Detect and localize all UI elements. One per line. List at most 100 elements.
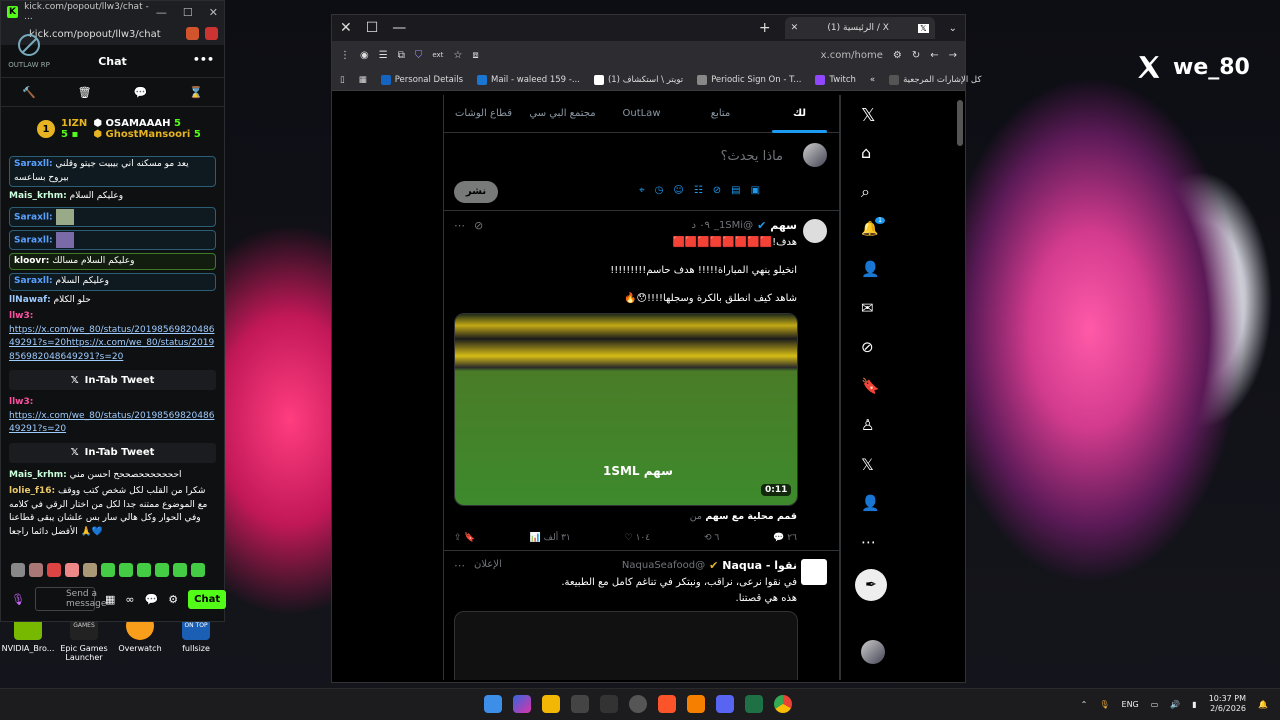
grok-icon[interactable]: ⊘ bbox=[713, 185, 721, 196]
profile-icon[interactable]: 👤 bbox=[861, 494, 881, 514]
naqua-logo-icon[interactable] bbox=[801, 559, 827, 585]
extensions-icon[interactable]: ⧉ bbox=[398, 50, 405, 61]
chat-username[interactable]: Mais_krhm: bbox=[9, 191, 67, 201]
clock[interactable]: 10:37 PM 2/6/2026 bbox=[1209, 694, 1246, 715]
chat-link[interactable]: https://x.com/we_80/status/2019856982048… bbox=[9, 411, 214, 435]
start-windows-icon[interactable] bbox=[484, 695, 502, 713]
brave-icon[interactable] bbox=[658, 695, 676, 713]
tab-following[interactable]: متابع bbox=[681, 95, 760, 133]
emote-icon[interactable] bbox=[83, 563, 97, 577]
tweet-author-name[interactable]: نقوا - Naqua bbox=[722, 559, 797, 572]
new-tab-icon[interactable]: + bbox=[759, 20, 771, 36]
tab-action-icon[interactable]: ⧈ bbox=[472, 50, 478, 61]
chat-username[interactable]: Saraxll: bbox=[14, 159, 53, 169]
store-icon[interactable] bbox=[571, 695, 589, 713]
tweet-handle[interactable]: @NaquaSeafood bbox=[622, 560, 705, 571]
excel-icon[interactable] bbox=[745, 695, 763, 713]
store-icon[interactable]: ▦ bbox=[105, 593, 115, 606]
tab-menu-chevron-icon[interactable]: ⌄ bbox=[949, 23, 957, 34]
bookmark-item[interactable]: Twitch bbox=[815, 74, 856, 85]
tab-pc-community[interactable]: مجتمع البي سي bbox=[523, 95, 602, 133]
retweet-button[interactable]: ⟲ ٦ bbox=[704, 533, 719, 543]
more-bookmarks-chevron-icon[interactable]: « bbox=[870, 75, 875, 85]
chat-username[interactable]: kloovr: bbox=[14, 256, 49, 266]
tab-close-icon[interactable]: ✕ bbox=[791, 23, 799, 33]
search-icon[interactable]: ⌕ bbox=[861, 182, 881, 202]
tweet-more-icon[interactable]: ⋯ bbox=[454, 559, 465, 572]
bookmarks-icon[interactable]: 🔖 bbox=[861, 377, 881, 397]
emote-icon[interactable] bbox=[191, 563, 205, 577]
tab-outlaw[interactable]: OutLaw bbox=[602, 95, 681, 133]
emote-icon[interactable] bbox=[47, 563, 61, 577]
emote-icon[interactable] bbox=[119, 563, 133, 577]
file-explorer-icon[interactable] bbox=[542, 695, 560, 713]
bookmark-item[interactable]: (1) تويتر \ استكشاف bbox=[593, 74, 683, 85]
emote-icon[interactable] bbox=[137, 563, 151, 577]
chat-username[interactable]: llw3: bbox=[9, 397, 33, 407]
browser-tab-x-home[interactable]: ✕ (1) الرئيسية / X 𝕏 bbox=[784, 17, 935, 39]
menu-dots-icon[interactable]: ⋮ bbox=[340, 50, 350, 61]
infinity-icon[interactable]: ∞ bbox=[125, 593, 134, 606]
tray-chevron-icon[interactable]: ⌃ bbox=[1081, 700, 1088, 709]
forward-arrow-icon[interactable]: → bbox=[949, 50, 957, 61]
maximize-icon[interactable]: ☐ bbox=[183, 6, 193, 19]
tab-whats-sector[interactable]: قطاع الوشات bbox=[444, 95, 523, 133]
gif-icon[interactable]: ▤ bbox=[731, 185, 740, 196]
messages-mail-icon[interactable]: ✉ bbox=[861, 299, 881, 319]
chat-link[interactable]: https://x.com/we_80/status/2019856982048… bbox=[9, 325, 214, 362]
apps-grid-icon[interactable]: ▦ bbox=[359, 75, 367, 85]
hourglass-icon[interactable]: ⌛ bbox=[189, 86, 203, 99]
calculator-icon[interactable] bbox=[600, 695, 618, 713]
more-circle-icon[interactable]: ⋯ bbox=[861, 533, 881, 553]
page-scrollbar[interactable] bbox=[957, 100, 963, 146]
ad-media[interactable] bbox=[454, 611, 798, 680]
chat-username[interactable]: Saraxll: bbox=[14, 212, 53, 222]
extension-icon[interactable] bbox=[205, 27, 218, 40]
notifications-bell-icon[interactable]: 🔔 1 bbox=[861, 217, 885, 241]
sidebar-toggle-icon[interactable]: ▯ bbox=[340, 75, 345, 85]
emote-icon[interactable] bbox=[11, 563, 25, 577]
chat-username[interactable]: Saraxll: bbox=[14, 235, 53, 245]
tweet-more-icon[interactable]: ⋯ bbox=[454, 219, 465, 232]
bookmark-item[interactable]: Personal Details bbox=[380, 74, 463, 85]
compose-input[interactable]: ماذا يحدث؟ bbox=[721, 149, 783, 164]
schedule-icon[interactable]: ◷ bbox=[655, 185, 664, 196]
compose-post-button[interactable]: ✒ bbox=[855, 569, 887, 601]
ext-icon[interactable]: ext bbox=[432, 51, 443, 59]
copilot-icon[interactable] bbox=[513, 695, 531, 713]
home-icon[interactable]: ⌂ bbox=[861, 143, 881, 163]
share-icon[interactable]: ⇪ bbox=[454, 533, 462, 543]
collections-icon[interactable]: ☰ bbox=[379, 50, 388, 61]
premium-x-icon[interactable]: 𝕏 bbox=[861, 455, 881, 475]
emote-icon[interactable] bbox=[65, 563, 79, 577]
hammer-icon[interactable]: 🔨 bbox=[22, 86, 36, 99]
trash-icon[interactable]: 🗑 bbox=[78, 86, 92, 99]
extension-icon[interactable] bbox=[186, 27, 199, 40]
mic-icon[interactable]: 🎙 bbox=[11, 593, 25, 606]
chat-send-button[interactable]: Chat bbox=[188, 589, 227, 609]
chat-username[interactable]: llw3: bbox=[9, 311, 33, 321]
tweet-ad[interactable]: نقوا - Naqua ✔ @NaquaSeafood ⋯ الإعلان ف… bbox=[444, 551, 839, 680]
chat-username[interactable]: lolie_f16: bbox=[9, 486, 55, 496]
chat-username[interactable]: Mais_krhm: bbox=[9, 470, 67, 480]
more-options-icon[interactable]: ••• bbox=[193, 53, 214, 66]
poll-icon[interactable]: ☷ bbox=[694, 185, 703, 196]
reply-button[interactable]: 💬 ٢٦ bbox=[773, 533, 797, 543]
chrome-icon[interactable] bbox=[774, 695, 792, 713]
tweet-source-caption[interactable]: قمم محلية مع سهم bbox=[705, 511, 797, 522]
emote-icon[interactable] bbox=[101, 563, 115, 577]
restore-window-icon[interactable]: ☐ bbox=[366, 20, 379, 36]
emote-icon[interactable] bbox=[173, 563, 187, 577]
settings-gear-icon[interactable]: ⚙ bbox=[168, 593, 178, 606]
in-tab-tweet-button[interactable]: 𝕏 In-Tab Tweet bbox=[9, 370, 216, 390]
discord-icon[interactable] bbox=[716, 695, 734, 713]
shield-icon[interactable]: ⛉ bbox=[415, 50, 423, 61]
bookmark-item[interactable]: Periodic Sign On - T... bbox=[697, 74, 801, 85]
site-settings-icon[interactable]: ⚙ bbox=[893, 50, 902, 61]
location-icon[interactable]: ⌖ bbox=[639, 185, 645, 196]
like-button[interactable]: ♡ ١٠٤ bbox=[625, 533, 650, 543]
language-indicator[interactable]: ENG bbox=[1122, 700, 1139, 709]
jobs-icon[interactable]: ♙ bbox=[861, 416, 881, 436]
avatar[interactable] bbox=[803, 219, 827, 243]
x-logo-icon[interactable]: 𝕏 bbox=[861, 105, 881, 126]
